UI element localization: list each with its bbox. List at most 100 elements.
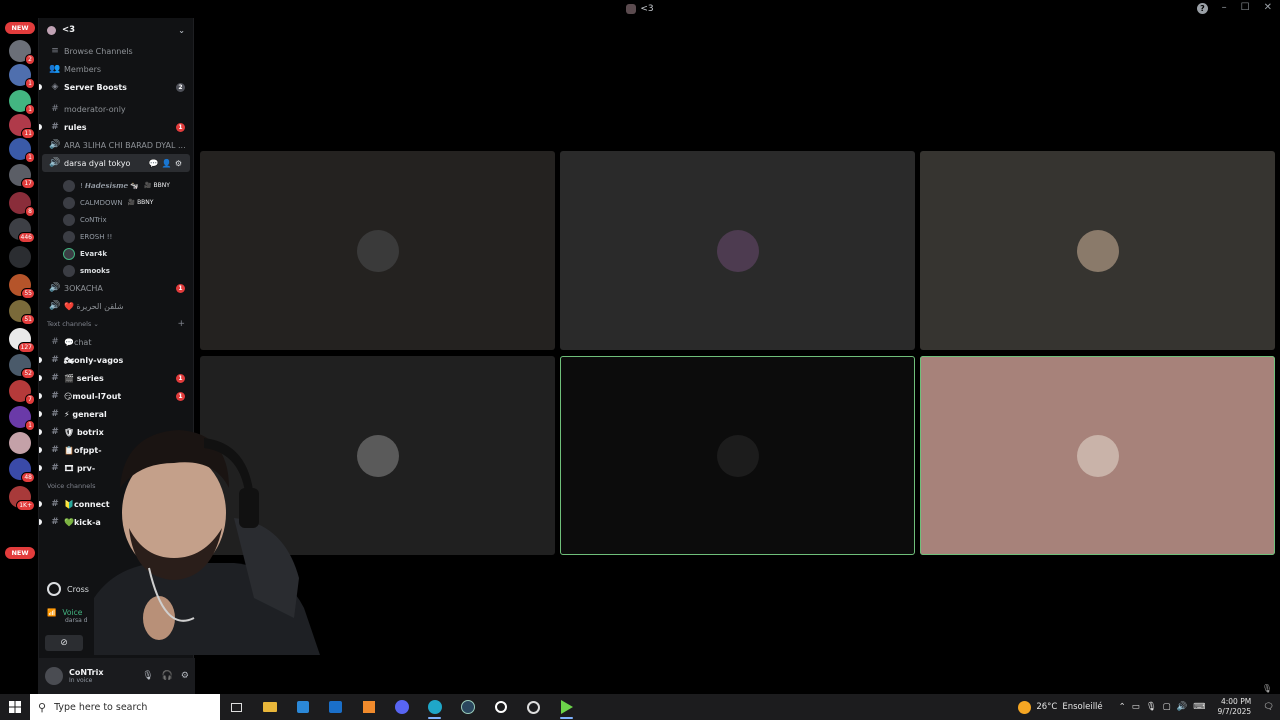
server-icon[interactable]: 52: [9, 354, 35, 379]
outlook-icon[interactable]: [319, 694, 352, 720]
channel-2[interactable]: 🔊 ARA 3LIHA CHI BARAD DYAL ...: [39, 136, 193, 154]
server-icon[interactable]: 1K+: [9, 486, 35, 511]
server-icon[interactable]: [9, 246, 31, 268]
gear-icon[interactable]: ⚙: [181, 671, 189, 681]
server-icon[interactable]: 2: [9, 40, 35, 65]
server-icon[interactable]: 1: [9, 138, 35, 163]
voice-member[interactable]: Evar4k: [39, 245, 193, 262]
server-icon[interactable]: 7: [9, 380, 35, 405]
participant-tile[interactable]: [920, 356, 1275, 555]
voice-member[interactable]: EROSH !!: [39, 228, 193, 245]
server-icon[interactable]: 11: [9, 114, 35, 139]
new-badge[interactable]: NEW: [5, 22, 35, 34]
voice-channel-1[interactable]: 🔊 ❤️ ﺷﻠﻘﻦ ﺍﻟﺤﺮﻳﺮﺓ: [39, 297, 193, 315]
battery-icon[interactable]: ▭: [1132, 702, 1140, 712]
participant-tile[interactable]: [560, 151, 915, 350]
server-icon[interactable]: 48: [9, 458, 35, 483]
minimize-button[interactable]: –: [1222, 2, 1227, 13]
text-channel-0[interactable]: # 💬chat: [39, 333, 193, 351]
add-user-icon[interactable]: 👤: [162, 159, 172, 168]
server-icon[interactable]: 127: [9, 328, 35, 353]
notification-icon[interactable]: 🗨: [1263, 702, 1274, 712]
help-icon[interactable]: ?: [1197, 3, 1208, 14]
server-icon[interactable]: 17: [9, 164, 35, 189]
taskbar-search[interactable]: ⚲ Type here to search: [30, 694, 220, 720]
weather-widget[interactable]: 26°C Ensoleillé: [1018, 700, 1103, 714]
server-badge: 1K+: [16, 500, 35, 511]
sidebar-item-2[interactable]: ◈ Server Boosts 2: [39, 78, 193, 96]
unread-indicator: [39, 501, 42, 507]
channel-0[interactable]: # moderator-only: [39, 100, 193, 118]
close-button[interactable]: ✕: [1264, 2, 1272, 13]
channel-icon: ◈: [51, 82, 59, 92]
gear-icon[interactable]: ⚙: [175, 159, 182, 168]
headphones-icon[interactable]: 🎧: [162, 671, 173, 681]
mic-overlay-icon: 🎙: [1261, 684, 1272, 693]
maximize-button[interactable]: ☐: [1241, 2, 1250, 13]
keyboard-icon[interactable]: ⌨: [1193, 702, 1205, 712]
app-orange-icon[interactable]: [352, 694, 385, 720]
sidebar-item-1[interactable]: 👥 Members: [39, 60, 193, 78]
avatar: [1076, 229, 1119, 272]
server-icon[interactable]: 446: [9, 218, 35, 243]
server-icon[interactable]: 1: [9, 90, 35, 115]
game-launcher-icon[interactable]: [550, 694, 583, 720]
unread-indicator: [39, 375, 42, 381]
server-icon[interactable]: 51: [9, 300, 35, 325]
voice-member[interactable]: smooks: [39, 262, 193, 279]
volume-icon[interactable]: 🔊: [1177, 702, 1188, 712]
server-icon[interactable]: 1: [9, 64, 35, 89]
server-header[interactable]: <3 ⌄: [39, 18, 193, 42]
server-icon[interactable]: [9, 432, 31, 454]
discord-icon[interactable]: [385, 694, 418, 720]
member-tag: 🎥 BBNY: [127, 199, 154, 206]
file-explorer-icon[interactable]: [253, 694, 286, 720]
clock[interactable]: 4:00 PM 9/7/2025: [1218, 697, 1252, 717]
server-badge: 11: [21, 128, 35, 139]
system-tray: 26°C Ensoleillé ⌃ ▭ 🎙 ▢ 🔊 ⌨ 4:00 PM 9/7/…: [1018, 697, 1280, 717]
steam-icon[interactable]: [451, 694, 484, 720]
weather-desc: Ensoleillé: [1062, 702, 1103, 712]
edge-icon[interactable]: [418, 694, 451, 720]
store-icon[interactable]: [286, 694, 319, 720]
chevron-down-icon[interactable]: ⌄: [178, 26, 185, 35]
search-input[interactable]: Type here to search: [54, 702, 147, 713]
chevron-up-icon[interactable]: ⌃: [1119, 702, 1126, 712]
voice-member[interactable]: ! 𝙃𝙖𝙙𝙚𝙨𝙞𝙨𝙢𝙚 🐄 🎥 BBNY: [39, 177, 193, 194]
avatar: [716, 434, 759, 477]
mention-badge: 1: [176, 122, 185, 132]
new-badge-bottom[interactable]: NEW: [5, 547, 35, 559]
plus-icon[interactable]: +: [177, 319, 185, 329]
participant-tile[interactable]: [560, 356, 915, 555]
crossover-app-icon[interactable]: [484, 694, 517, 720]
category-text-channels[interactable]: Text channels ⌄ +: [39, 315, 193, 333]
server-icon[interactable]: 55: [9, 274, 35, 299]
windows-start-icon[interactable]: [0, 694, 30, 720]
text-channel-2[interactable]: # 🎬 series 1: [39, 369, 193, 387]
avatar[interactable]: [45, 667, 63, 685]
network-icon[interactable]: ▢: [1163, 702, 1171, 712]
mention-badge: 1: [176, 391, 185, 401]
unread-indicator: [39, 84, 42, 90]
participant-tile[interactable]: [200, 151, 555, 350]
voice-member[interactable]: CoNTrix: [39, 211, 193, 228]
microphone-icon[interactable]: 🎙: [142, 671, 153, 681]
voice-channel-darsa-dyal-tokyo[interactable]: 🔊 darsa dyal tokyo 💬 👤 ⚙: [42, 154, 190, 172]
channel-label: 😏moul-l7out: [64, 391, 122, 401]
text-channel-3[interactable]: # 😏moul-l7out 1: [39, 387, 193, 405]
microphone-tray-icon[interactable]: 🎙: [1146, 702, 1157, 712]
channel-1[interactable]: # rules 1: [39, 118, 193, 136]
voice-member[interactable]: CALMDOWN 🎥 BBNY: [39, 194, 193, 211]
participant-tile[interactable]: [920, 151, 1275, 350]
server-icon[interactable]: 8: [9, 192, 35, 217]
chat-icon[interactable]: 💬: [149, 159, 159, 168]
avatar: [63, 196, 75, 209]
voice-channel-0[interactable]: 🔊 3OKACHA 1: [39, 279, 193, 297]
server-icon[interactable]: 1: [9, 406, 35, 431]
text-channel-1[interactable]: # 🏍only-vagos: [39, 351, 193, 369]
server-badge: 1: [25, 420, 35, 431]
recording-app-icon[interactable]: [517, 694, 550, 720]
unread-indicator: [39, 411, 42, 417]
task-view-icon[interactable]: [220, 694, 253, 720]
sidebar-item-0[interactable]: ≡ Browse Channels: [39, 42, 193, 60]
